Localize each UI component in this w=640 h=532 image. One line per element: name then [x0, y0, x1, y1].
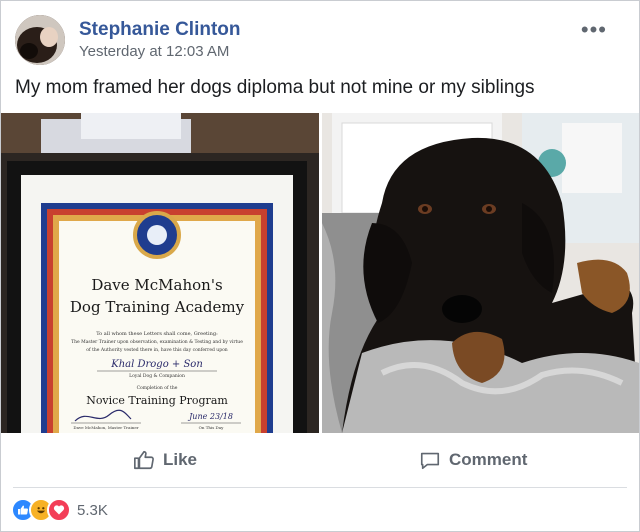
diploma-small1: To all whom these Letters shall come, Gr…	[96, 331, 218, 337]
more-dots-icon[interactable]: •••	[581, 17, 607, 43]
diploma-program: Novice Training Program	[86, 394, 228, 407]
like-label: Like	[163, 450, 198, 469]
comment-label: Comment	[449, 450, 528, 469]
like-button[interactable]: Like	[133, 443, 197, 477]
diploma-small2: The Master Trainer upon observation, exa…	[71, 339, 243, 345]
author-name[interactable]: Stephanie Clinton	[79, 19, 241, 41]
dog-image	[322, 113, 639, 433]
comment-icon	[420, 452, 440, 470]
diploma-date: June 23/18	[187, 412, 233, 421]
thumbs-up-icon	[134, 450, 154, 470]
diploma-photo[interactable]: Dave McMahon's Dog Training Academy To a…	[1, 113, 319, 433]
reactions-bar[interactable]: 5.3K	[11, 497, 108, 523]
diploma-image: Dave McMahon's Dog Training Academy To a…	[1, 113, 319, 433]
post-header: Stephanie Clinton Yesterday at 12:03 AM …	[15, 15, 615, 65]
diploma-sig-left: Dave McMahon, Master Trainer	[73, 425, 138, 430]
diploma-loyal: Loyal Dog & Companion	[129, 373, 185, 379]
diploma-completion: Completion of the	[137, 385, 178, 391]
reaction-count[interactable]: 5.3K	[77, 502, 108, 519]
diploma-sig-right: On This Day	[199, 425, 225, 430]
post-text: My mom framed her dogs diploma but not m…	[15, 77, 535, 98]
post-actions: Like Comment	[1, 437, 639, 483]
divider	[13, 487, 627, 488]
diploma-signed-name: Khal Drogo + Son	[110, 359, 203, 370]
avatar[interactable]	[15, 15, 65, 65]
post-timestamp[interactable]: Yesterday at 12:03 AM	[79, 43, 229, 60]
diploma-line2: Dog Training Academy	[70, 298, 245, 316]
facebook-post: Stephanie Clinton Yesterday at 12:03 AM …	[0, 0, 640, 532]
dog-photo[interactable]	[322, 113, 639, 433]
comment-button[interactable]: Comment	[419, 443, 527, 477]
diploma-small3: of the Authority vested there in, have t…	[86, 347, 228, 353]
love-icon	[47, 498, 71, 522]
diploma-line1: Dave McMahon's	[91, 276, 222, 294]
